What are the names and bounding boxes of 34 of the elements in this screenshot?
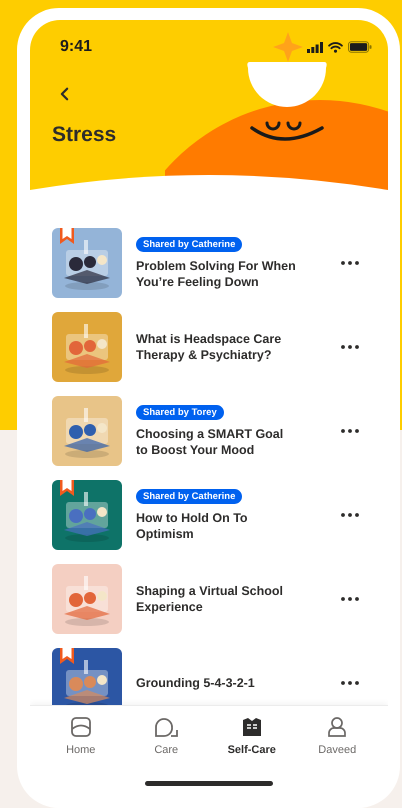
tab-bar-item[interactable]: Care — [131, 716, 202, 757]
item-title: What is Headspace Care Therapy & Psychiatry? — [136, 331, 282, 363]
more-dots-icon — [341, 261, 359, 265]
more-dots-icon — [341, 681, 359, 685]
content-list-item[interactable]: Shared by Catherine How to Hold On To Optimism — [30, 473, 388, 557]
tab-bar-item[interactable]: Self-Care — [216, 716, 287, 757]
back-chevron-icon — [60, 87, 68, 101]
shared-badge: Shared by Catherine — [136, 488, 242, 504]
content-list-item[interactable]: What is Headspace Care Therapy & Psychiatry? — [30, 305, 388, 389]
more-dots-icon — [341, 597, 359, 601]
item-title: Grounding 5-4-3-2-1 — [136, 675, 256, 691]
status-time: 9:41 — [60, 37, 92, 57]
content-list-item[interactable]: Shared by Catherine Problem Solving For When You’re Feeling Down — [30, 221, 388, 305]
chat-bubbles-icon — [153, 716, 180, 738]
page-title: Stress — [52, 122, 116, 148]
more-dots-icon — [341, 429, 359, 433]
home-icon — [70, 716, 92, 738]
shared-badge: Shared by Torey — [136, 404, 224, 420]
battery-icon — [348, 41, 372, 53]
item-title: Choosing a SMART Goal to Boost Your Mood — [136, 426, 284, 458]
signal-icon — [307, 42, 323, 52]
item-title: Shaping a Virtual School Experience — [136, 583, 284, 615]
shared-badge: Shared by Catherine — [136, 236, 242, 252]
more-dots-icon — [341, 513, 359, 517]
wifi-icon — [328, 42, 343, 52]
tab-bar-item[interactable]: Daveed — [302, 716, 372, 757]
content-list-item[interactable]: Shared by Torey Choosing a SMART Goal to Boost Your Mood — [30, 389, 388, 473]
item-title: Problem Solving For When You’re Feeling Down — [136, 258, 296, 290]
person-icon — [327, 716, 348, 738]
more-dots-icon — [341, 345, 359, 349]
content-list-item[interactable]: Shaping a Virtual School Experience — [30, 557, 388, 641]
book-icon — [242, 717, 262, 737]
item-title: How to Hold On To Optimism — [136, 510, 249, 542]
tab-bar-item[interactable]: Home — [46, 716, 116, 757]
